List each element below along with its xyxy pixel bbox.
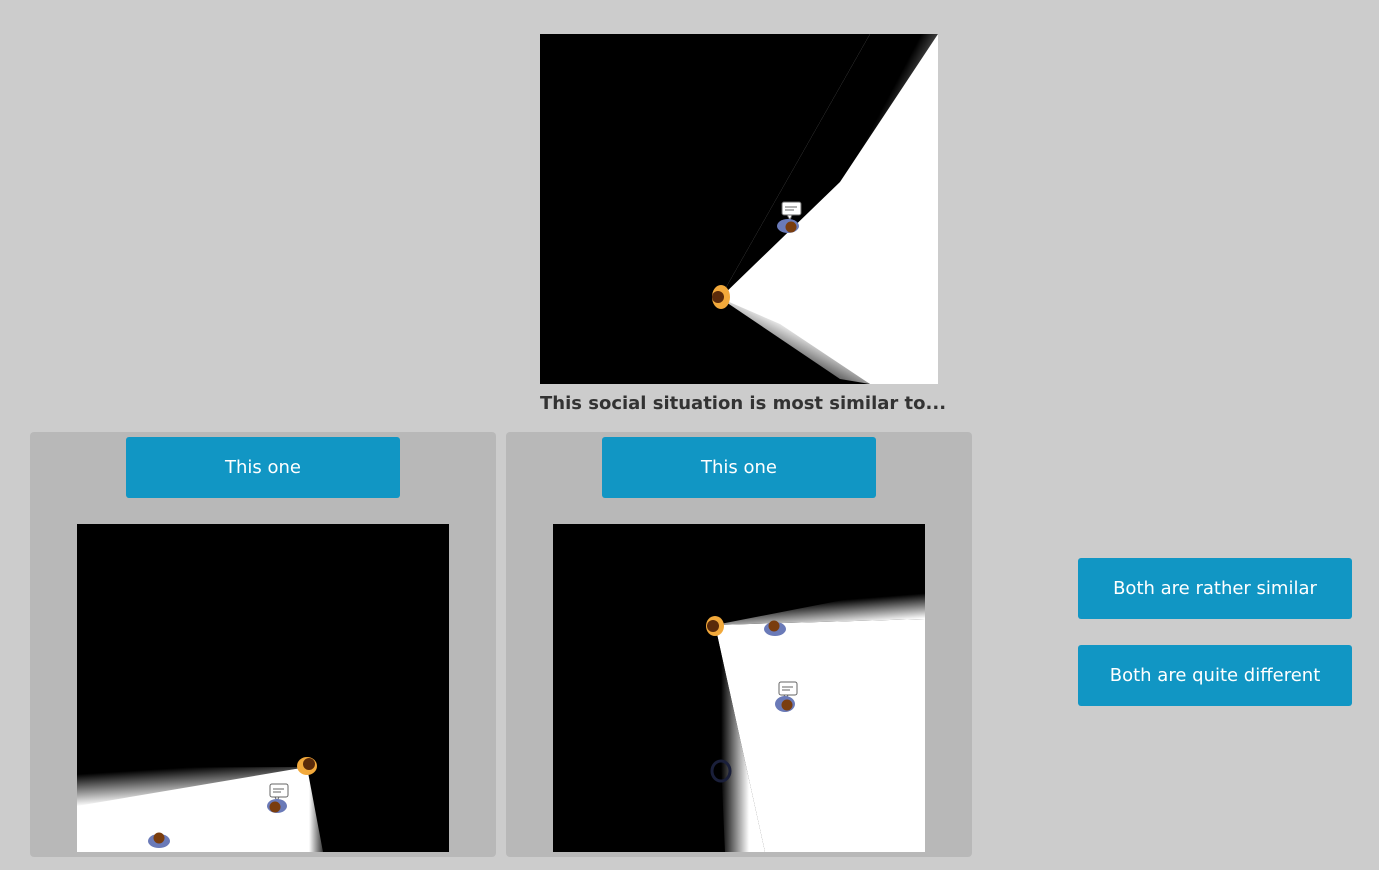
person-icon	[777, 219, 799, 233]
choose-right-button[interactable]: This one	[602, 437, 876, 498]
option-right-scene	[553, 524, 925, 852]
option-left-scene	[77, 524, 449, 852]
option-left-panel: This one	[30, 432, 496, 857]
both-similar-button[interactable]: Both are rather similar	[1078, 558, 1352, 619]
reference-scene	[540, 34, 938, 384]
observer-person-icon	[297, 757, 317, 775]
person-icon	[267, 799, 287, 813]
question-prompt: This social situation is most similar to…	[540, 393, 947, 414]
person-icon	[775, 696, 795, 712]
both-different-button[interactable]: Both are quite different	[1078, 645, 1352, 706]
option-right-panel: This one	[506, 432, 972, 857]
choose-left-button[interactable]: This one	[126, 437, 400, 498]
observer-person-icon	[706, 616, 724, 636]
observer-person-icon	[712, 285, 730, 309]
